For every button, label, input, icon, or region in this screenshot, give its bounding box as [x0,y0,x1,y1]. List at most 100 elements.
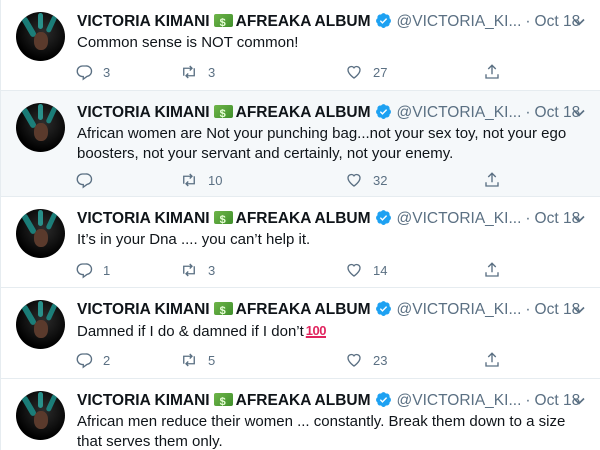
chevron-down-icon[interactable] [569,12,589,32]
like-button[interactable]: 32 [345,170,387,190]
user-handle[interactable]: @VICTORIA_KI... [397,392,522,409]
share-button[interactable] [483,350,501,370]
avatar[interactable] [16,391,65,440]
tweet[interactable]: VICTORIA KIMANI AFREAKA ALBUM @VICTORIA_KI… [1,0,600,91]
avatar[interactable] [16,12,65,61]
like-count: 27 [373,64,388,80]
tweet-text: It’s in your Dna .... you can’t help it. [77,231,311,248]
chevron-down-icon[interactable] [569,209,589,229]
display-name-suffix[interactable]: AFREAKA ALBUM [236,13,371,30]
tweet-actions: 10 32 [75,170,505,190]
user-handle[interactable]: @VICTORIA_KI... [397,210,522,227]
share-icon [485,352,499,367]
money-with-wings-emoji [213,12,233,34]
separator-dot: · [525,301,531,318]
retweet-count: 3 [208,64,216,80]
reply-count: 3 [103,64,111,80]
retweet-icon [183,353,195,367]
share-button[interactable] [483,260,501,280]
reply-button[interactable]: 3 [75,62,110,82]
tweet[interactable]: VICTORIA KIMANI AFREAKA ALBUM @VICTORIA_KI… [1,288,600,379]
verified-badge-icon [375,13,391,28]
tweet-header: VICTORIA KIMANI AFREAKA ALBUM @VICTORIA_KI… [77,299,580,322]
avatar[interactable] [16,300,65,349]
heart-icon [347,353,361,367]
tweet-actions: 1 3 14 [75,260,505,280]
reply-icon [76,65,93,81]
verified-badge-icon [375,104,391,119]
reply-count: 1 [103,262,111,278]
tweet-header: VICTORIA KIMANI AFREAKA ALBUM @VICTORIA_KI… [77,102,580,125]
like-button[interactable]: 14 [345,260,387,280]
timeline-feed: VICTORIA KIMANI AFREAKA ALBUM @VICTORIA_KI… [0,0,600,450]
separator-dot: · [525,13,531,30]
display-name[interactable]: VICTORIA KIMANI [77,301,210,318]
chevron-down-icon[interactable] [569,391,589,411]
display-name-suffix[interactable]: AFREAKA ALBUM [236,104,371,121]
user-handle[interactable]: @VICTORIA_KI... [397,104,522,121]
like-button[interactable]: 23 [345,350,387,370]
display-name[interactable]: VICTORIA KIMANI [77,13,210,30]
like-count: 14 [373,262,388,278]
tweet-text: African men reduce their women ... const… [77,413,566,450]
retweet-button[interactable]: 10 [180,170,222,190]
retweet-count: 3 [208,262,216,278]
retweet-icon [183,65,195,79]
display-name[interactable]: VICTORIA KIMANI [77,104,210,121]
share-icon [485,262,499,277]
display-name[interactable]: VICTORIA KIMANI [77,392,210,409]
retweet-count: 5 [208,352,216,368]
user-handle[interactable]: @VICTORIA_KI... [397,13,522,30]
tweet-header: VICTORIA KIMANI AFREAKA ALBUM @VICTORIA_KI… [77,390,580,413]
retweet-button[interactable]: 5 [180,350,215,370]
reply-icon [76,173,93,189]
money-with-wings-emoji [213,300,233,322]
tweet-text: Common sense is NOT common! [77,34,299,51]
display-name-suffix[interactable]: AFREAKA ALBUM [236,301,371,318]
heart-icon [347,65,361,79]
tweet[interactable]: VICTORIA KIMANI AFREAKA ALBUM @VICTORIA_KI… [1,379,600,450]
tweet-header: VICTORIA KIMANI AFREAKA ALBUM @VICTORIA_KI… [77,11,580,34]
like-count: 32 [373,172,388,188]
chevron-down-icon[interactable] [569,103,589,123]
separator-dot: · [525,210,531,227]
avatar[interactable] [16,103,65,152]
tweet-header: VICTORIA KIMANI AFREAKA ALBUM @VICTORIA_KI… [77,208,580,231]
separator-dot: · [525,392,531,409]
verified-badge-icon [375,301,391,316]
money-with-wings-emoji [213,209,233,231]
retweet-button[interactable]: 3 [180,62,215,82]
share-icon [485,172,499,187]
retweet-icon [183,263,195,277]
reply-button[interactable]: 2 [75,350,110,370]
verified-badge-icon [375,210,391,225]
retweet-count: 10 [208,172,223,188]
reply-button[interactable]: 1 [75,260,110,280]
retweet-icon [183,173,195,187]
tweet[interactable]: VICTORIA KIMANI AFREAKA ALBUM @VICTORIA_KI… [1,197,600,288]
like-button[interactable]: 27 [345,62,387,82]
share-button[interactable] [483,170,501,190]
hundred-points-emoji: 100 [305,323,327,338]
retweet-button[interactable]: 3 [180,260,215,280]
money-with-wings-emoji [213,391,233,413]
share-icon [485,64,499,79]
reply-button[interactable] [75,170,103,190]
display-name[interactable]: VICTORIA KIMANI [77,210,210,227]
tweet[interactable]: VICTORIA KIMANI AFREAKA ALBUM @VICTORIA_KI… [1,91,600,197]
money-with-wings-emoji [213,103,233,125]
reply-icon [76,353,93,369]
reply-count: 2 [103,352,111,368]
tweet-text: Damned if I do & damned if I don’t [77,323,304,340]
verified-badge-icon [375,392,391,407]
tweet-text: African women are Not your punching bag.… [77,125,567,162]
share-button[interactable] [483,62,501,82]
chevron-down-icon[interactable] [569,300,589,320]
tweet-text-container: Damned if I do & damned if I don’t 100 [77,321,587,342]
avatar[interactable] [16,209,65,258]
display-name-suffix[interactable]: AFREAKA ALBUM [236,392,371,409]
user-handle[interactable]: @VICTORIA_KI... [397,301,522,318]
display-name-suffix[interactable]: AFREAKA ALBUM [236,210,371,227]
heart-icon [347,263,361,277]
tweet-actions: 3 3 27 [75,62,505,82]
